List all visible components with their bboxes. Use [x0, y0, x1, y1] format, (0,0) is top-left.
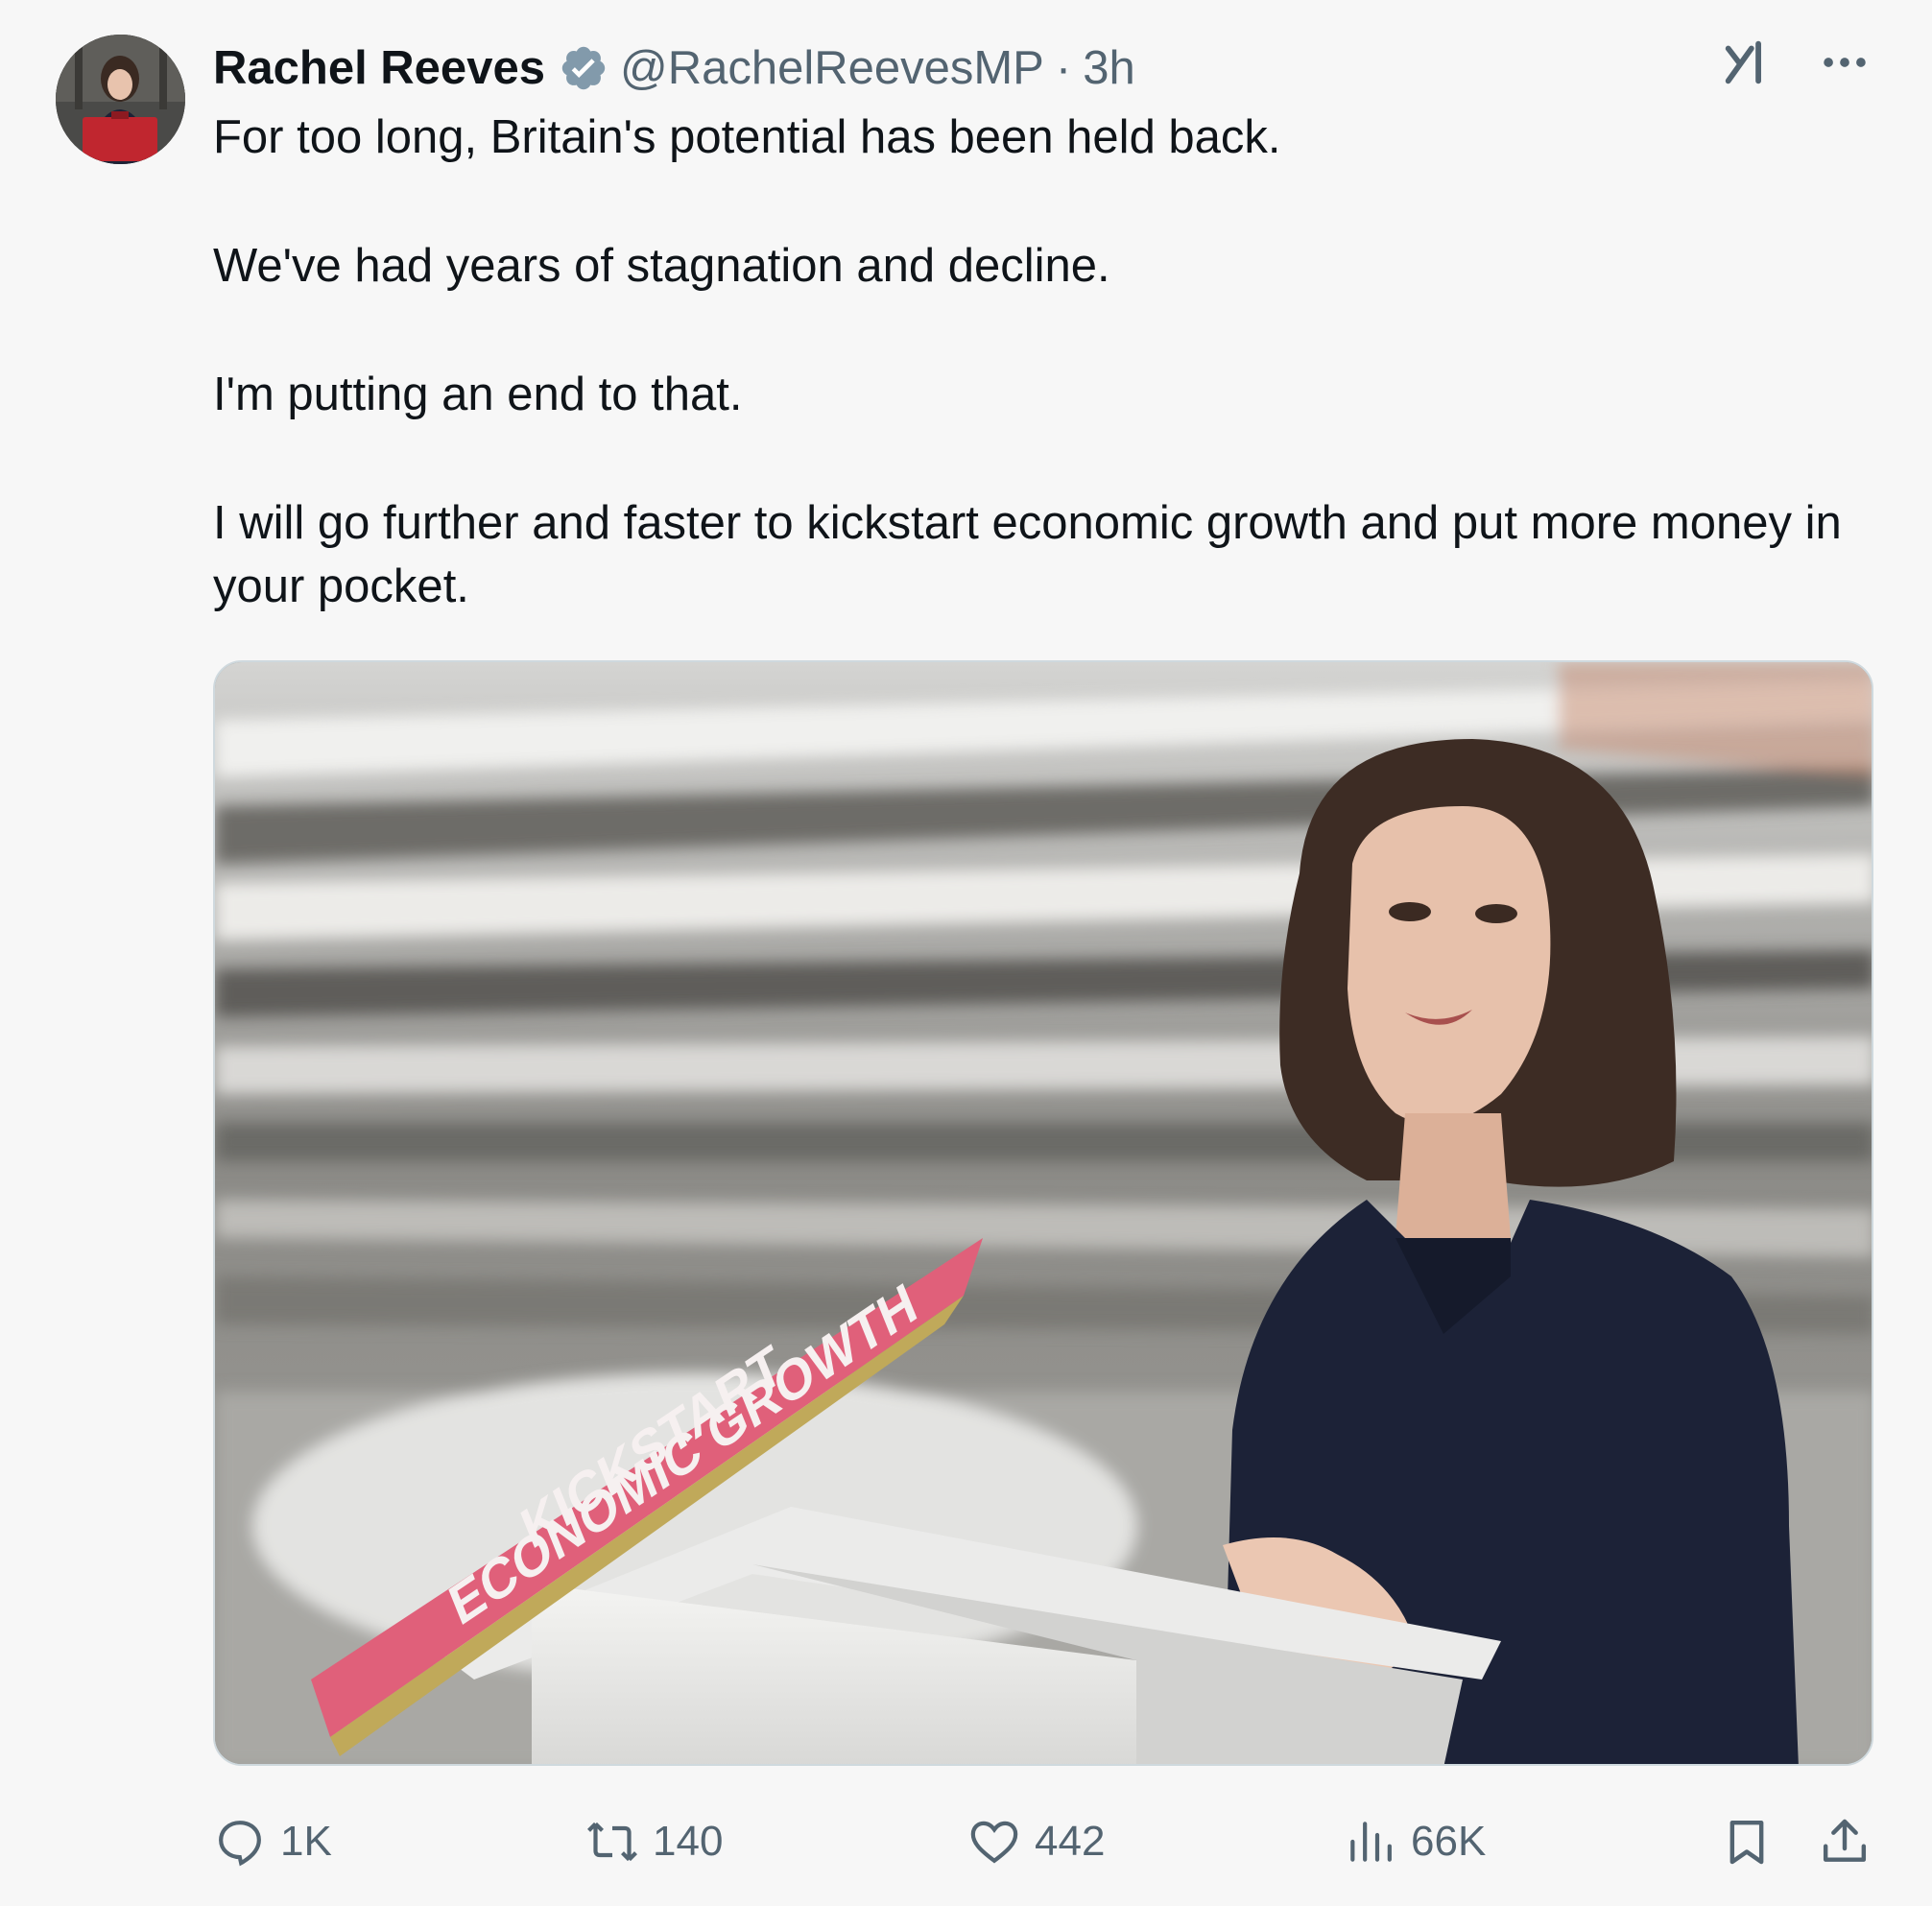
- tweet-top-actions: [1719, 35, 1872, 95]
- tweet-card[interactable]: Rachel Reeves @RachelReevesMP · 3h For t…: [0, 0, 1932, 1906]
- retweet-count: 140: [653, 1818, 724, 1865]
- separator-dot: ·: [1055, 42, 1072, 94]
- heart-icon: [970, 1821, 1018, 1864]
- tweet-text: For too long, Britain's potential has be…: [213, 106, 1854, 618]
- bookmark-icon: [1729, 1820, 1764, 1865]
- retweet-icon: [587, 1822, 637, 1862]
- photo-scene: KICKSTART ECONOMIC GROWTH: [215, 662, 1872, 1764]
- share-icon: [1823, 1819, 1867, 1862]
- retweet-button[interactable]: 140: [585, 1808, 723, 1875]
- tweet-photo[interactable]: KICKSTART ECONOMIC GROWTH: [213, 660, 1873, 1766]
- author-name[interactable]: Rachel Reeves: [213, 41, 545, 95]
- avatar[interactable]: [56, 35, 185, 164]
- views-count: 66K: [1411, 1818, 1487, 1865]
- verified-badge-icon[interactable]: [559, 43, 608, 93]
- reply-icon: [219, 1821, 261, 1867]
- tweet-header: Rachel Reeves @RachelReevesMP · 3h: [213, 36, 1135, 100]
- tweet-paragraph: I will go further and faster to kickstar…: [213, 497, 1842, 612]
- author-handle[interactable]: @RachelReevesMP: [620, 41, 1044, 95]
- share-button[interactable]: [1818, 1808, 1872, 1875]
- reply-button[interactable]: 1K: [213, 1808, 332, 1875]
- avatar-photo: [56, 35, 185, 164]
- tweet-action-bar: 1K 140 442 66K: [213, 1808, 1873, 1875]
- bookmark-button[interactable]: [1720, 1808, 1774, 1875]
- like-button[interactable]: 442: [967, 1808, 1105, 1875]
- reply-count: 1K: [280, 1818, 332, 1865]
- timestamp[interactable]: 3h: [1083, 41, 1135, 95]
- views-button[interactable]: 66K: [1344, 1808, 1486, 1875]
- like-count: 442: [1035, 1818, 1106, 1865]
- more-options-icon[interactable]: [1817, 35, 1872, 95]
- tweet-paragraph: We've had years of stagnation and declin…: [213, 240, 1110, 292]
- grok-icon[interactable]: [1719, 35, 1775, 95]
- tweet-paragraph: For too long, Britain's potential has be…: [213, 111, 1281, 163]
- views-chart-icon: [1350, 1822, 1392, 1862]
- tweet-paragraph: I'm putting an end to that.: [213, 369, 743, 420]
